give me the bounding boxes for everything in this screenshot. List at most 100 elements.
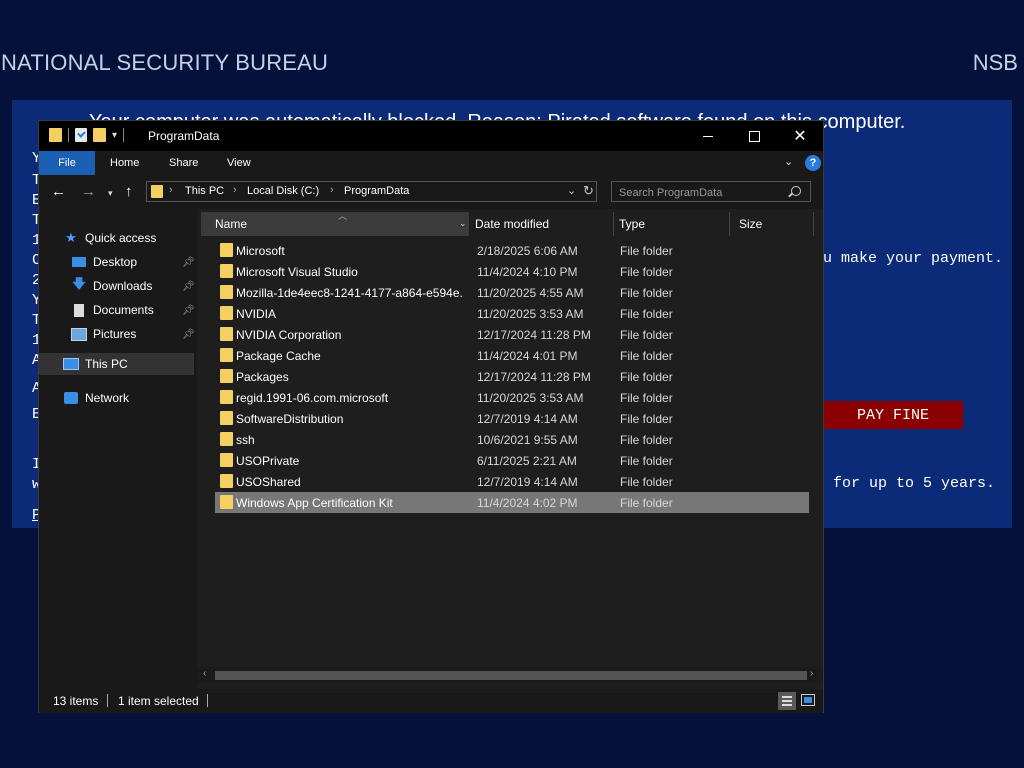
nav-item-network[interactable]: Network [63,387,129,409]
navigation-pane: ★ Quick access Desktop 📌︎ 🡇 Downloads 📌︎… [39,209,197,689]
file-date: 12/7/2019 4:14 AM [477,412,578,426]
folder-icon [220,474,233,488]
nav-item-this-pc[interactable]: This PC [63,353,128,375]
documents-icon [71,303,87,317]
search-input[interactable] [611,181,811,202]
large-icons-view-icon[interactable] [801,694,815,706]
column-header-size[interactable]: Size [739,212,814,236]
file-date: 12/17/2024 11:28 PM [477,370,591,384]
nav-item-desktop[interactable]: Desktop [71,251,137,273]
address-history-chevron-icon[interactable]: ⌄ [567,184,576,197]
breadcrumb-this-pc[interactable]: This PC [185,185,224,197]
properties-icon[interactable] [75,128,87,142]
nav-item-documents[interactable]: Documents [71,299,154,321]
folder-icon [151,185,163,198]
file-date: 12/17/2024 11:28 PM [477,328,591,342]
folder-icon [220,453,233,467]
scroll-right-icon[interactable]: › [810,668,813,679]
pin-icon[interactable]: 📌︎ [182,257,195,268]
minimize-icon [703,135,713,137]
folder-icon [49,128,62,142]
scrollbar-thumb[interactable] [215,671,807,680]
file-row[interactable]: regid.1991-06.com.microsoft 11/20/2025 3:… [215,387,809,408]
details-view-icon[interactable] [778,692,796,710]
status-bar: 13 items 1 item selected [39,689,823,713]
window-title: ProgramData [148,129,220,143]
pictures-icon [71,327,87,341]
file-row[interactable]: SoftwareDistribution 12/7/2019 4:14 AM Fil… [215,408,809,429]
payment-text: u make your payment. [823,250,1004,267]
customize-toolbar-icon[interactable]: ▾ [112,130,117,141]
pin-icon[interactable]: 📌︎ [182,281,195,292]
refresh-icon[interactable]: ↻ [583,183,594,199]
file-row[interactable]: Mozilla-1de4eec8-1241-4177-a864-e594e...… [215,282,809,303]
nav-label: Network [85,391,130,405]
file-row[interactable]: Windows App Certification Kit 11/4/2024 4… [215,492,809,513]
column-header-name[interactable]: ︿ Name ⌄ [201,211,469,236]
file-row[interactable]: ssh 10/6/2021 9:55 AM File folder [215,429,809,450]
new-folder-icon[interactable] [93,128,106,142]
breadcrumb-local-disk[interactable]: Local Disk (C:) [247,185,319,197]
file-date: 12/7/2019 4:14 AM [477,475,578,489]
maximize-icon [748,130,760,142]
file-name: NVIDIA Corporation [236,328,342,342]
horizontal-scrollbar[interactable]: ‹ › [197,667,823,683]
nav-item-pictures[interactable]: Pictures [71,323,136,345]
pin-icon[interactable]: 📌︎ [182,329,195,340]
search-icon[interactable] [791,186,801,196]
tab-file[interactable]: File [39,151,95,175]
file-row[interactable]: NVIDIA Corporation 12/17/2024 11:28 PM Fil… [215,324,809,345]
help-icon[interactable]: ? [805,155,821,171]
file-name: Microsoft [236,244,285,258]
file-row[interactable]: USOPrivate 6/11/2025 2:21 AM File folder [215,450,809,471]
folder-icon [220,369,233,383]
address-bar[interactable]: › This PC › Local Disk (C:) › ProgramDat… [146,181,597,202]
sort-ascending-icon: ︿ [338,211,348,221]
tab-view[interactable]: View [227,151,251,175]
close-icon: ✕ [793,128,807,145]
filter-chevron-icon[interactable]: ⌄ [459,218,467,229]
file-row[interactable]: NVIDIA 11/20/2025 3:53 AM File folder [215,303,809,324]
breadcrumb-programdata[interactable]: ProgramData [344,185,409,197]
file-row[interactable]: USOShared 12/7/2019 4:14 AM File folder [215,471,809,492]
breadcrumb-separator-icon[interactable]: › [233,184,237,196]
file-type: File folder [620,370,673,384]
file-date: 11/20/2025 3:53 AM [477,307,584,321]
breadcrumb-separator-icon[interactable]: › [169,184,173,196]
pin-icon[interactable]: 📌︎ [182,305,195,316]
folder-icon [220,432,233,446]
column-header-date[interactable]: Date modified [475,212,614,236]
file-row[interactable]: Microsoft Visual Studio 11/4/2024 4:10 PM… [215,261,809,282]
file-type: File folder [620,454,673,468]
item-count: 13 items [53,694,99,708]
file-row[interactable]: Microsoft 2/18/2025 6:06 AM File folder [215,240,809,261]
file-name: Packages [236,370,289,384]
folder-icon [220,390,233,404]
tab-share[interactable]: Share [169,151,198,175]
file-row[interactable]: Package Cache 11/4/2024 4:01 PM File folde… [215,345,809,366]
network-icon [63,391,79,405]
folder-icon [220,327,233,341]
forward-button[interactable]: → [81,183,96,200]
file-date: 11/4/2024 4:10 PM [477,265,578,279]
nav-quick-access[interactable]: ★ Quick access [63,227,156,249]
recent-locations-chevron-icon[interactable]: ▾ [108,188,113,199]
close-button[interactable]: ✕ [777,121,823,151]
file-name: regid.1991-06.com.microsoft [236,391,389,405]
expand-ribbon-chevron-icon[interactable]: ⌄ [784,155,793,168]
file-row[interactable]: Packages 12/17/2024 11:28 PM File folder [215,366,809,387]
tab-home[interactable]: Home [110,151,139,175]
pay-fine-button[interactable]: PAY FINE [823,401,963,429]
back-button[interactable]: ← [51,183,66,200]
column-header-type[interactable]: Type [619,212,730,236]
nav-label: This PC [85,357,128,371]
file-explorer-window: ▾ ProgramData ✕ File Home Share View ⌄ ?… [38,120,824,713]
breadcrumb-separator-icon[interactable]: › [330,184,334,196]
nav-item-downloads[interactable]: 🡇 Downloads [71,275,152,297]
maximize-button[interactable] [731,121,777,151]
minimize-button[interactable] [685,121,731,151]
scroll-left-icon[interactable]: ‹ [203,668,206,679]
up-button[interactable]: ↑ [125,183,133,200]
file-type: File folder [620,391,673,405]
folder-icon [220,495,233,509]
